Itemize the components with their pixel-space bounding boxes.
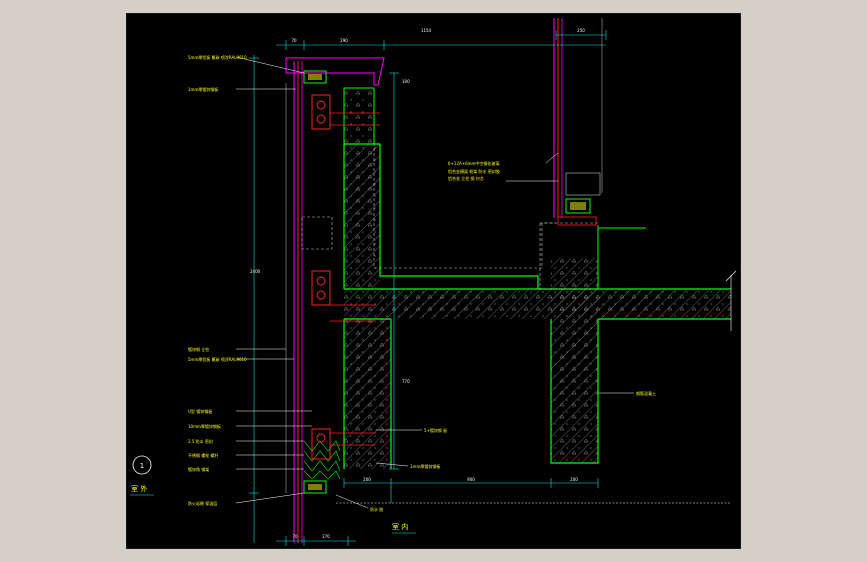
vertical-dimension: 770 bbox=[402, 379, 410, 384]
left-callout: 5mm厚铝板 氟碳 喷涂RAL9010 bbox=[188, 356, 247, 362]
left-callout: 防火岩棉 保温层 bbox=[188, 500, 217, 506]
cad-viewport[interactable]: 5mm厚铝板 氟碳 喷涂RAL9010 1mm厚镀锌钢板 镀锌钢 立柱 5mm厚铝板 … bbox=[126, 13, 741, 549]
slab-note: 钢筋混凝土 bbox=[636, 390, 656, 396]
right-callout: 6+12A+6mm中空钢化玻璃 bbox=[448, 160, 499, 166]
bottom-dimension: 70 bbox=[292, 534, 298, 539]
floor-dimension: 200 bbox=[363, 477, 371, 482]
mid-callout: 1mm厚镀锌钢板 bbox=[410, 463, 440, 469]
concrete-wall bbox=[343, 87, 556, 289]
lower-wall bbox=[343, 319, 392, 469]
top-dimension: 1154 bbox=[421, 28, 432, 33]
right-callout: 铝合金 立柱 钢 衬芯 bbox=[448, 175, 484, 181]
vertical-dimension: 100 bbox=[402, 79, 410, 84]
vertical-dimension: 2400 bbox=[250, 269, 261, 274]
section-marker: 1 bbox=[132, 455, 152, 475]
bottom-dimension: 270 bbox=[322, 534, 330, 539]
mid-callout: 5+镀锌钢 板 bbox=[424, 427, 447, 433]
floor-dimension: 900 bbox=[467, 477, 475, 482]
left-callout: 10mm厚镀锌钢板 bbox=[188, 423, 221, 429]
top-dimension: 250 bbox=[577, 28, 585, 33]
left-callout: 镀锌钢 立柱 bbox=[188, 346, 209, 352]
dimension-lines bbox=[249, 30, 731, 546]
mid-callout: 防水 胶 bbox=[370, 506, 383, 512]
left-callout: U型 镀锌钢板 bbox=[188, 408, 212, 414]
left-callout: 不锈钢 螺栓 螺杆 bbox=[188, 452, 219, 458]
indoor-label: 室 内 bbox=[392, 522, 408, 531]
top-dimension: 290 bbox=[340, 38, 348, 43]
left-callout: 5mm厚铝板 氟碳 喷涂RAL9010 bbox=[188, 54, 247, 60]
top-dimension: 70 bbox=[291, 38, 297, 43]
left-callout: 镀锌角 钢架 bbox=[188, 466, 209, 472]
outdoor-label: 室 外 bbox=[131, 484, 147, 493]
right-callout: 铝合金横梁 框架 防水 密封胶 bbox=[448, 168, 500, 174]
facade-section-drawing: 5mm厚铝板 氟碳 喷涂RAL90101mm厚镀锌钢板镀锌钢 立柱5mm厚铝板 … bbox=[126, 13, 741, 549]
section-marker-number: 1 bbox=[140, 462, 144, 470]
left-callout: 2.5 防水 密封 bbox=[188, 438, 213, 444]
floor-dimension: 200 bbox=[570, 477, 578, 482]
left-callout: 1mm厚镀锌钢板 bbox=[188, 86, 218, 92]
concrete-column bbox=[539, 222, 646, 464]
curtain-wall-upper bbox=[553, 18, 603, 226]
